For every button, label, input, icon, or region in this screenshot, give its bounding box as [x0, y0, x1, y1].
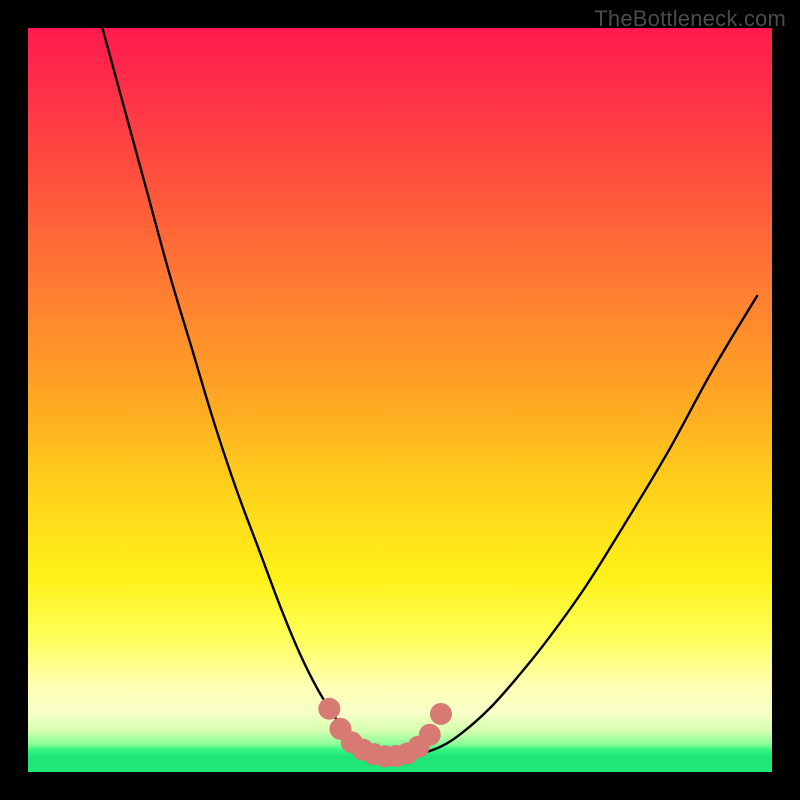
- chart-frame: TheBottleneck.com: [0, 0, 800, 800]
- highlight-point: [419, 724, 441, 746]
- curve-layer: [28, 28, 772, 772]
- highlight-markers: [318, 698, 452, 768]
- bottleneck-curve: [102, 28, 757, 757]
- watermark-text: TheBottleneck.com: [594, 6, 786, 32]
- plot-area: [28, 28, 772, 772]
- highlight-point: [430, 703, 452, 725]
- highlight-point: [318, 698, 340, 720]
